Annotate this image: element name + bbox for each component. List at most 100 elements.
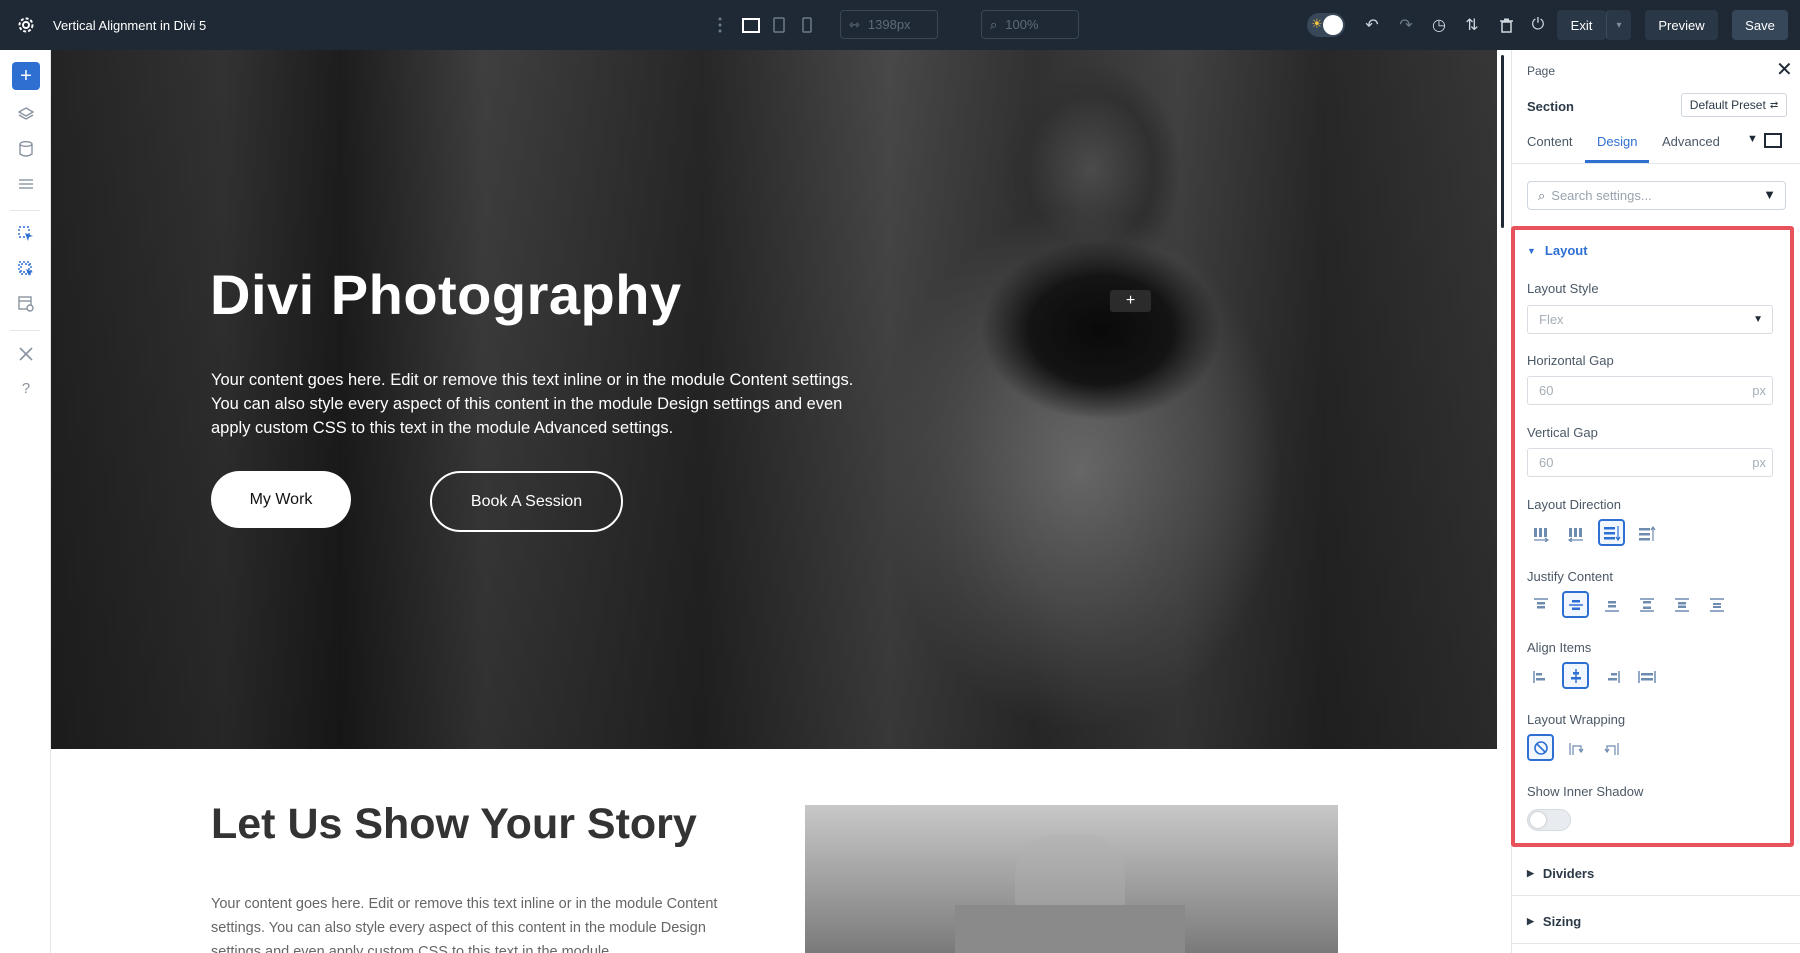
top-toolbar: Vertical Alignment in Divi 5 ⇿ 1398px ⌕ … (0, 0, 1800, 50)
align-items-label: Align Items (1527, 640, 1592, 655)
page-title: Vertical Alignment in Divi 5 (53, 17, 207, 33)
scrollbar-thumb[interactable] (1501, 55, 1504, 228)
caret-down-icon: ▼ (1527, 245, 1536, 256)
divider (10, 210, 40, 211)
justify-space-evenly-icon[interactable] (1703, 591, 1730, 618)
direction-column-reverse-icon[interactable] (1633, 520, 1660, 547)
breadcrumb[interactable]: Page (1527, 64, 1555, 78)
tools-icon[interactable] (13, 342, 39, 366)
align-stretch-icon[interactable] (1633, 663, 1660, 690)
justify-center-icon[interactable] (1562, 591, 1589, 618)
layers-icon[interactable] (13, 102, 39, 126)
zoom-search-icon: ⌕ (990, 16, 998, 32)
layout-direction-label: Layout Direction (1527, 497, 1621, 512)
add-module-button[interactable]: + (1110, 290, 1151, 312)
phone-view-icon[interactable] (802, 0, 814, 50)
tab-more-chevron-icon[interactable]: ▼ (1747, 133, 1758, 145)
divider (10, 330, 40, 331)
layout-style-select[interactable]: Flex ▼ (1527, 305, 1773, 334)
horizontal-gap-label: Horizontal Gap (1527, 353, 1614, 368)
save-button[interactable]: Save (1732, 10, 1788, 40)
preset-options-icon: ⇄ (1769, 99, 1779, 111)
book-session-button[interactable]: Book A Session (430, 471, 623, 532)
story-title[interactable]: Let Us Show Your Story (211, 800, 697, 849)
direction-column-icon[interactable] (1598, 519, 1625, 546)
zoom-field[interactable]: ⌕ 100% (981, 10, 1079, 39)
canvas-scrollbar[interactable] (1497, 50, 1511, 953)
dividers-group-toggle[interactable]: ▶ Dividers (1527, 866, 1594, 881)
caret-right-icon: ▶ (1527, 868, 1534, 878)
undo-icon[interactable]: ↶ (1363, 0, 1381, 50)
settings-panel: Page ✕ Section Default Preset ⇄ Content D… (1511, 50, 1800, 953)
left-sidebar: + ? (0, 50, 51, 953)
vertical-gap-input[interactable]: 60 px (1527, 448, 1773, 477)
tablet-view-icon[interactable] (773, 0, 787, 50)
element-title: Section (1527, 99, 1574, 114)
theme-toggle[interactable]: ☀ (1307, 0, 1345, 50)
justify-start-icon[interactable] (1527, 591, 1554, 618)
wrap-reverse-icon[interactable] (1598, 735, 1625, 762)
sizing-group-toggle[interactable]: ▶ Sizing (1527, 914, 1581, 929)
direction-row-reverse-icon[interactable] (1562, 520, 1589, 547)
wrap-icon[interactable] (1562, 735, 1589, 762)
story-text[interactable]: Your content goes here. Edit or remove t… (211, 892, 751, 953)
filter-icon[interactable]: ▼ (1763, 187, 1776, 202)
tab-content[interactable]: Content (1527, 134, 1573, 149)
close-icon[interactable]: ✕ (1776, 60, 1793, 80)
help-question-icon[interactable]: ? (13, 376, 39, 400)
vertical-gap-label: Vertical Gap (1527, 425, 1598, 440)
divider (1512, 943, 1800, 944)
inner-shadow-label: Show Inner Shadow (1527, 784, 1644, 799)
sun-icon: ☀ (1311, 16, 1323, 31)
hero-section[interactable]: Divi Photography Your content goes here.… (51, 50, 1497, 749)
align-start-icon[interactable] (1527, 663, 1554, 690)
no-wrap-icon[interactable] (1527, 734, 1554, 761)
horizontal-gap-input[interactable]: 60 px (1527, 376, 1773, 405)
justify-content-label: Justify Content (1527, 569, 1613, 584)
sort-arrows-icon[interactable]: ⇅ (1463, 0, 1481, 50)
my-work-button[interactable]: My Work (211, 471, 351, 528)
story-image[interactable] (805, 805, 1338, 953)
multi-select-icon[interactable] (13, 257, 39, 281)
canvas-width-field[interactable]: ⇿ 1398px (840, 10, 938, 39)
history-clock-icon[interactable]: ◷ (1430, 0, 1448, 50)
desktop-view-icon[interactable] (1764, 133, 1782, 148)
hero-title[interactable]: Divi Photography (210, 262, 682, 327)
direction-row-icon[interactable] (1527, 520, 1554, 547)
caret-right-icon: ▶ (1527, 916, 1534, 926)
divider (1512, 895, 1800, 896)
desktop-view-icon[interactable] (742, 0, 760, 50)
redo-icon[interactable]: ↷ (1397, 0, 1415, 50)
divider (1512, 163, 1800, 164)
exit-button[interactable]: Exit (1557, 10, 1606, 40)
layout-group-toggle[interactable]: ▼ Layout (1527, 243, 1588, 258)
preview-button[interactable]: Preview (1645, 10, 1718, 40)
database-icon[interactable] (13, 137, 39, 161)
add-plus-icon[interactable]: + (12, 62, 40, 90)
tab-design[interactable]: Design (1597, 134, 1637, 149)
trash-icon[interactable] (1497, 0, 1515, 50)
select-caret-icon: ▼ (1753, 314, 1763, 325)
justify-space-around-icon[interactable] (1668, 591, 1695, 618)
select-cursor-icon[interactable] (13, 222, 39, 246)
settings-gear-icon[interactable] (18, 0, 36, 50)
justify-space-between-icon[interactable] (1633, 591, 1660, 618)
search-settings-input[interactable]: ⌕ Search settings... ▼ (1527, 181, 1786, 210)
sliders-icon[interactable] (13, 172, 39, 196)
layout-style-label: Layout Style (1527, 281, 1599, 296)
power-icon[interactable]: ⏻ (1529, 0, 1547, 50)
preset-dropdown[interactable]: Default Preset ⇄ (1681, 93, 1787, 117)
inner-shadow-toggle[interactable] (1527, 809, 1571, 831)
align-end-icon[interactable] (1598, 663, 1625, 690)
align-center-icon[interactable] (1562, 662, 1589, 689)
more-vertical-icon[interactable] (718, 0, 728, 50)
template-settings-icon[interactable] (13, 292, 39, 316)
search-icon: ⌕ (1538, 187, 1546, 203)
layout-wrapping-label: Layout Wrapping (1527, 712, 1626, 727)
builder-canvas: Divi Photography Your content goes here.… (51, 50, 1497, 953)
tab-advanced[interactable]: Advanced (1662, 134, 1720, 149)
hero-text[interactable]: Your content goes here. Edit or remove t… (211, 368, 871, 440)
justify-end-icon[interactable] (1598, 591, 1625, 618)
width-arrows-icon: ⇿ (849, 16, 860, 32)
exit-dropdown-chevron-icon[interactable]: ▾ (1606, 10, 1631, 40)
